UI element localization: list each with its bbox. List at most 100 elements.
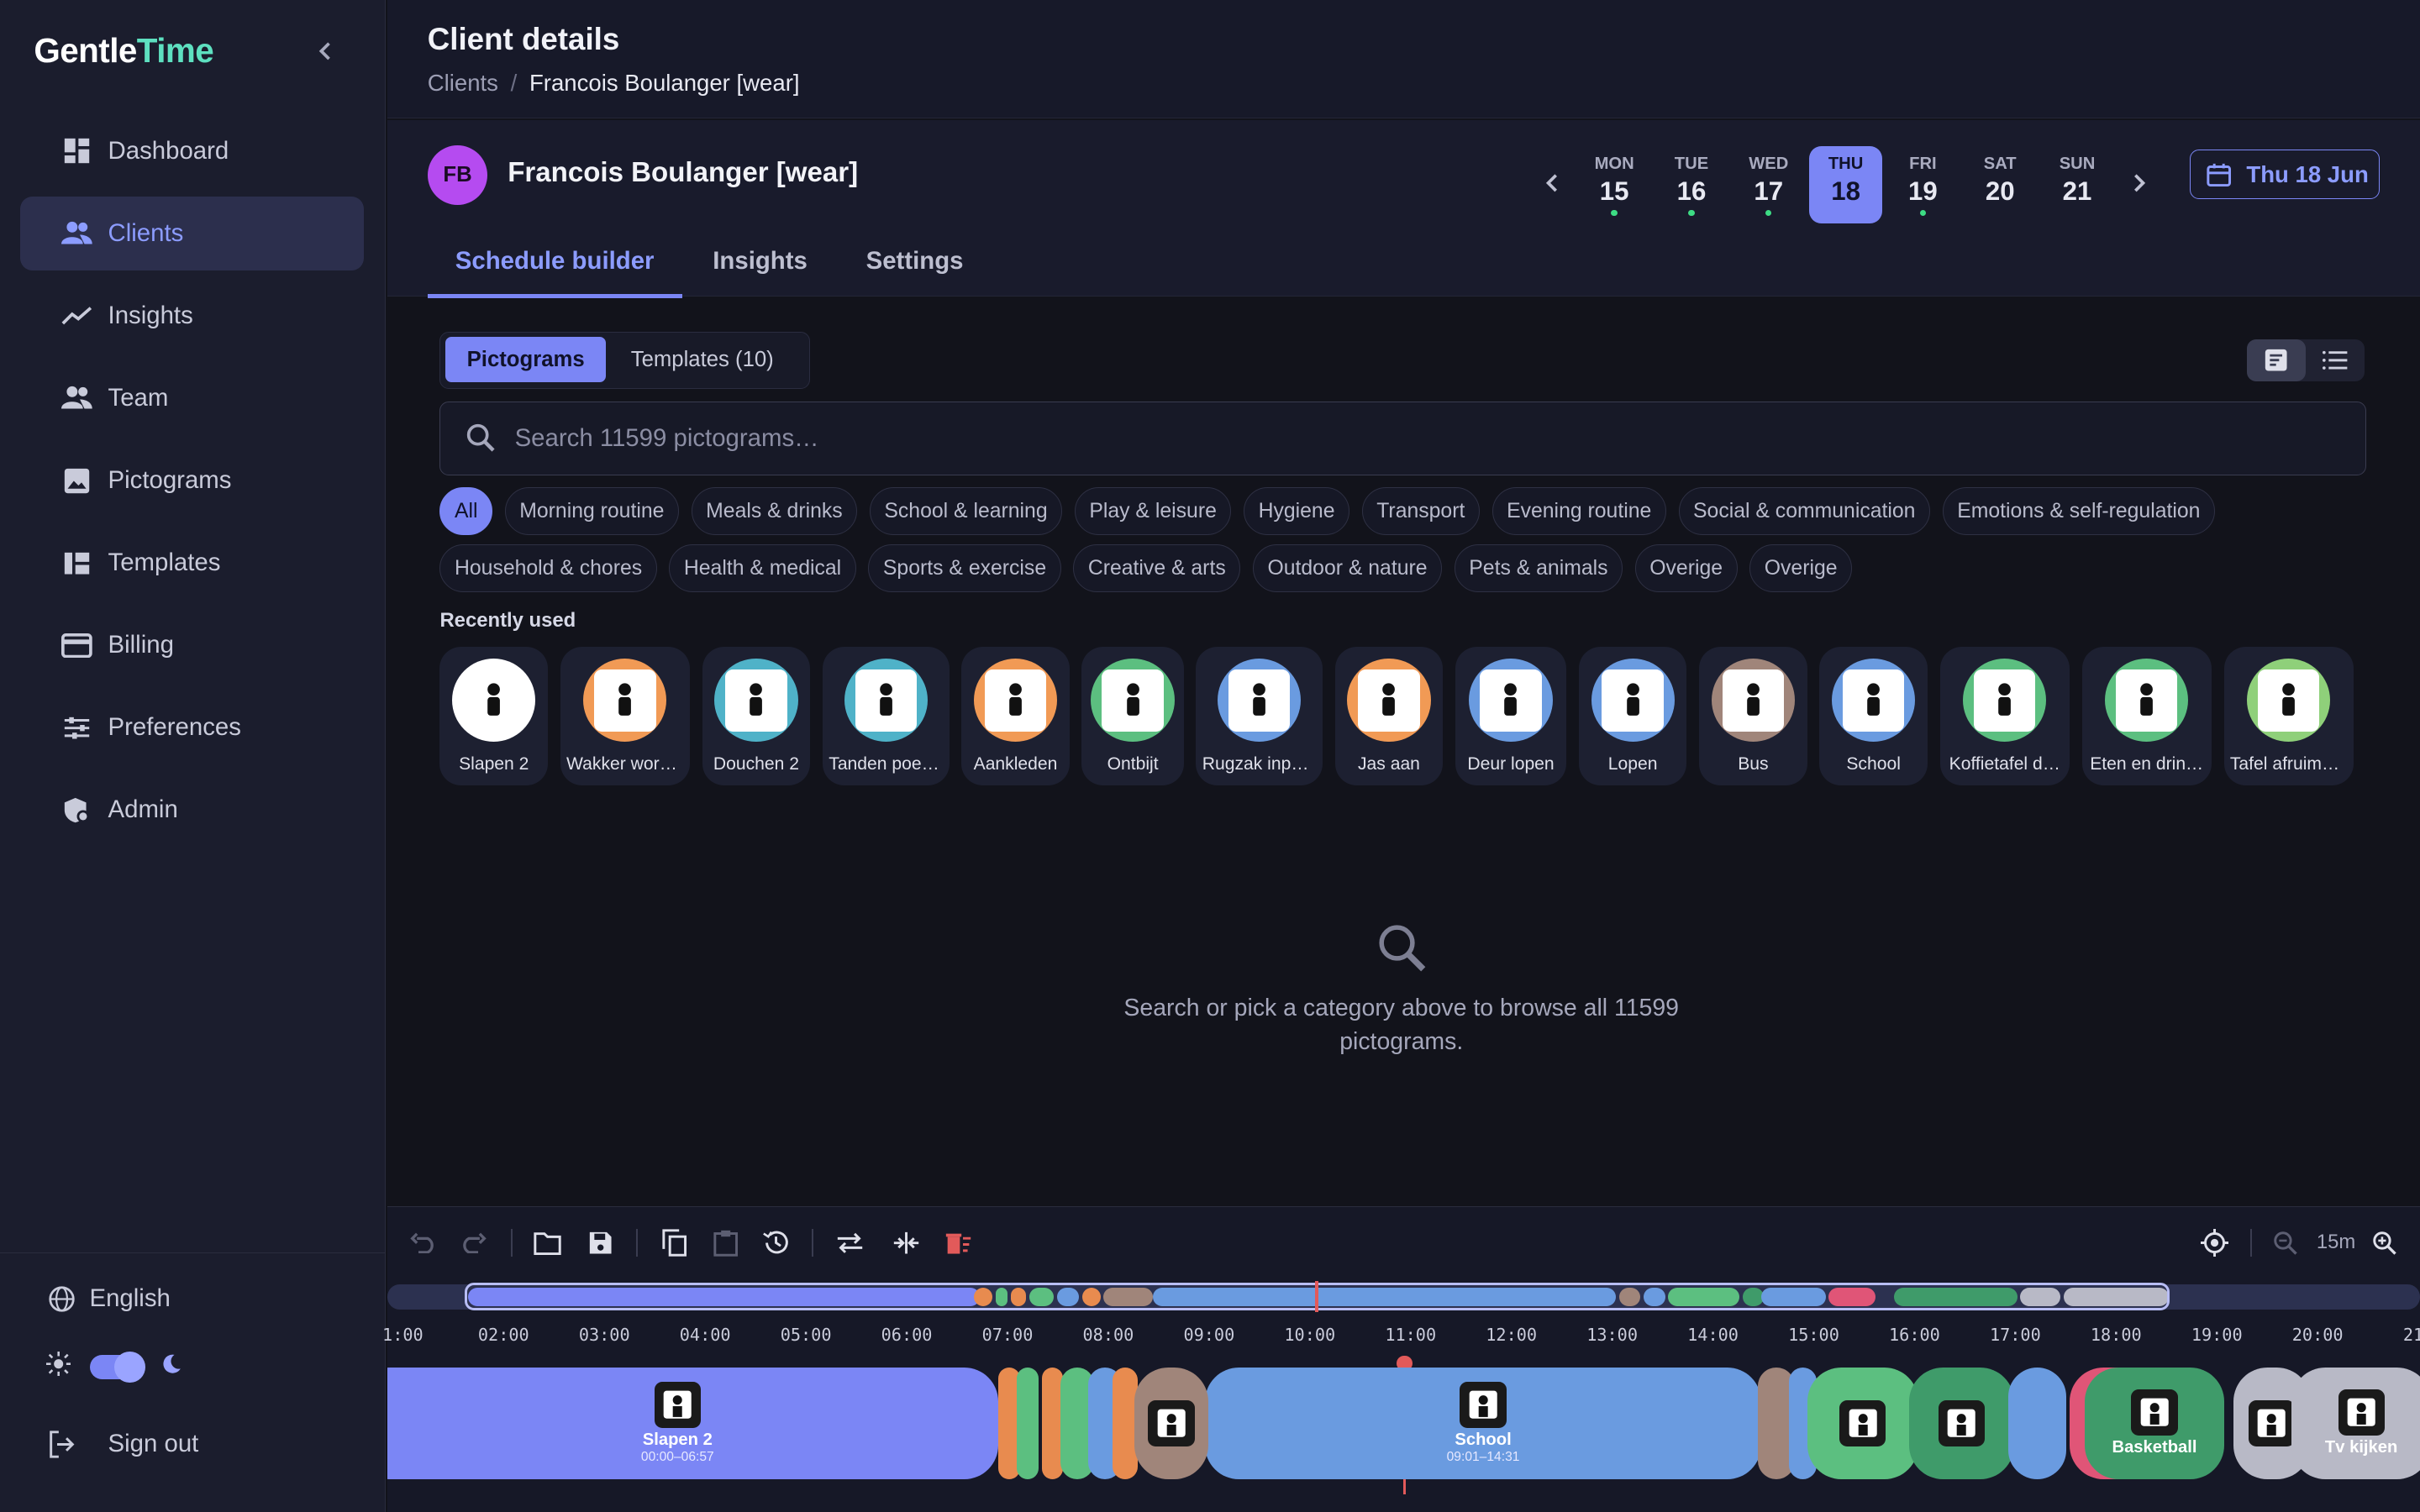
- timeline-overview-scrubber[interactable]: [387, 1281, 2420, 1313]
- category-chip[interactable]: Pets & animals: [1454, 544, 1623, 593]
- category-chip[interactable]: School & learning: [869, 487, 1063, 536]
- pictogram-card[interactable]: Rugzak inpa…: [1196, 646, 1323, 785]
- pictograms-segment-button[interactable]: Pictograms: [445, 337, 607, 382]
- category-chip[interactable]: Social & communication: [1678, 487, 1930, 536]
- pictogram-card[interactable]: Tafel afruime…: [2223, 646, 2354, 785]
- paste-button[interactable]: [708, 1226, 742, 1259]
- schedule-block[interactable]: [1134, 1368, 1209, 1479]
- category-chip[interactable]: Play & leisure: [1074, 487, 1232, 536]
- language-selector[interactable]: English: [46, 1284, 171, 1315]
- category-chip[interactable]: Household & chores: [439, 544, 657, 593]
- day-fri[interactable]: FRI 19: [1886, 146, 1959, 223]
- copy-button[interactable]: [657, 1226, 691, 1259]
- category-chip[interactable]: Overige: [1749, 544, 1853, 593]
- sidebar-item-team[interactable]: Team: [20, 361, 365, 435]
- sidebar-item-clients[interactable]: Clients: [19, 196, 365, 271]
- category-chip[interactable]: Creative & arts: [1073, 544, 1241, 593]
- copy-icon: [662, 1229, 687, 1257]
- day-wed[interactable]: WED 17: [1733, 146, 1805, 223]
- pictogram-card[interactable]: Tanden poet…: [822, 646, 950, 785]
- schedule-block[interactable]: [2007, 1368, 2067, 1479]
- pictogram-card[interactable]: Douchen 2: [702, 646, 811, 785]
- schedule-block[interactable]: [1807, 1368, 1918, 1479]
- zoom-level: 15m: [2316, 1230, 2356, 1253]
- tab-insights[interactable]: Insights: [685, 228, 835, 298]
- pictogram-card[interactable]: Ontbijt: [1081, 646, 1184, 785]
- day-sun[interactable]: SUN 21: [2041, 146, 2113, 223]
- category-chip[interactable]: Outdoor & nature: [1252, 544, 1443, 593]
- category-chip[interactable]: Transport: [1361, 487, 1480, 536]
- templates-segment-button[interactable]: Templates (10): [609, 337, 795, 381]
- pictogram-image: [844, 659, 928, 743]
- schedule-block[interactable]: Tv kijken: [2291, 1368, 2420, 1479]
- zoom-out-button[interactable]: [2269, 1226, 2302, 1259]
- open-button[interactable]: [531, 1226, 565, 1259]
- empty-state: Search or pick a category above to brows…: [1081, 920, 1723, 1059]
- category-chip[interactable]: Emotions & self-regulation: [1942, 487, 2215, 536]
- category-chip[interactable]: Sports & exercise: [868, 544, 1061, 593]
- next-week-button[interactable]: [2116, 169, 2162, 201]
- schedule-block-title: Slapen 2: [642, 1431, 713, 1450]
- day-thu[interactable]: THU 18: [1809, 146, 1882, 224]
- schedule-block[interactable]: [1908, 1368, 2014, 1479]
- sidebar-item-preferences[interactable]: Preferences: [20, 690, 365, 764]
- list-view-button[interactable]: [2306, 339, 2365, 381]
- pictogram-card[interactable]: Slapen 2: [439, 646, 549, 785]
- sidebar-item-insights[interactable]: Insights: [20, 279, 365, 353]
- category-chip[interactable]: Hygiene: [1244, 487, 1350, 536]
- day-sat[interactable]: SAT 20: [1964, 146, 2036, 223]
- schedule-block[interactable]: Slapen 2 00:00–06:57: [387, 1368, 999, 1479]
- locate-icon: [2201, 1229, 2229, 1257]
- schedule-block[interactable]: Basketball: [2085, 1368, 2224, 1479]
- category-chip[interactable]: Evening routine: [1491, 487, 1666, 536]
- sidebar-item-billing[interactable]: Billing: [20, 608, 365, 682]
- zoom-in-icon: [2373, 1231, 2396, 1255]
- collapse-sidebar-button[interactable]: [308, 37, 342, 71]
- category-chip[interactable]: All: [439, 487, 493, 536]
- clear-day-button[interactable]: [941, 1226, 975, 1259]
- history-button[interactable]: [760, 1226, 793, 1259]
- folder-icon: [534, 1232, 562, 1255]
- pictogram-label: Bus: [1738, 754, 1769, 774]
- tab-settings[interactable]: Settings: [839, 228, 992, 298]
- sign-out-button[interactable]: Sign out: [46, 1429, 198, 1460]
- sidebar-item-pictograms[interactable]: Pictograms: [20, 444, 365, 517]
- date-picker-button[interactable]: Thu 18 Jun: [2190, 150, 2381, 199]
- grid-view-button[interactable]: [2247, 339, 2307, 381]
- app-logo[interactable]: GentleTime: [34, 31, 213, 71]
- swap-button[interactable]: [834, 1226, 867, 1259]
- tab-schedule-builder[interactable]: Schedule builder: [427, 228, 682, 298]
- redo-button[interactable]: [457, 1226, 491, 1259]
- pictogram-card[interactable]: Deur lopen: [1455, 646, 1567, 785]
- previous-week-button[interactable]: [1529, 169, 1576, 201]
- category-chip[interactable]: Health & medical: [669, 544, 856, 593]
- pictogram-card[interactable]: Wakker word…: [560, 646, 690, 785]
- dark-mode-toggle[interactable]: [89, 1352, 145, 1383]
- pictogram-card[interactable]: Aankleden: [961, 646, 1070, 785]
- jump-to-now-button[interactable]: [2197, 1226, 2231, 1259]
- pictogram-card[interactable]: Koffietafel d…: [1939, 646, 2070, 785]
- pictogram-card[interactable]: School: [1819, 646, 1928, 785]
- sidebar-item-admin[interactable]: Admin: [20, 773, 365, 847]
- sidebar-item-templates[interactable]: Templates: [20, 526, 365, 600]
- category-chip[interactable]: Overige: [1634, 544, 1738, 593]
- pictogram-card[interactable]: Bus: [1699, 646, 1807, 785]
- breadcrumb-clients-link[interactable]: Clients: [428, 70, 498, 97]
- day-tue[interactable]: TUE 16: [1655, 146, 1728, 223]
- category-chip[interactable]: Morning routine: [504, 487, 679, 536]
- schedule-block[interactable]: School 09:01–14:31: [1205, 1368, 1761, 1479]
- search-input[interactable]: [514, 423, 2365, 453]
- pictogram-image: [973, 659, 1058, 743]
- save-button[interactable]: [583, 1226, 617, 1259]
- schedule-block[interactable]: [1017, 1368, 1039, 1479]
- sidebar-nav: Dashboard Clients Insights Team Pictogra…: [19, 114, 365, 856]
- zoom-in-button[interactable]: [2367, 1226, 2401, 1259]
- undo-button[interactable]: [406, 1226, 439, 1259]
- pictogram-card[interactable]: Eten en drin…: [2081, 646, 2212, 785]
- split-button[interactable]: [889, 1226, 923, 1259]
- day-mon[interactable]: MON 15: [1578, 146, 1650, 223]
- pictogram-card[interactable]: Jas aan: [1334, 646, 1444, 785]
- category-chip[interactable]: Meals & drinks: [691, 487, 858, 536]
- pictogram-card[interactable]: Lopen: [1578, 646, 1687, 785]
- sidebar-item-dashboard[interactable]: Dashboard: [20, 114, 365, 188]
